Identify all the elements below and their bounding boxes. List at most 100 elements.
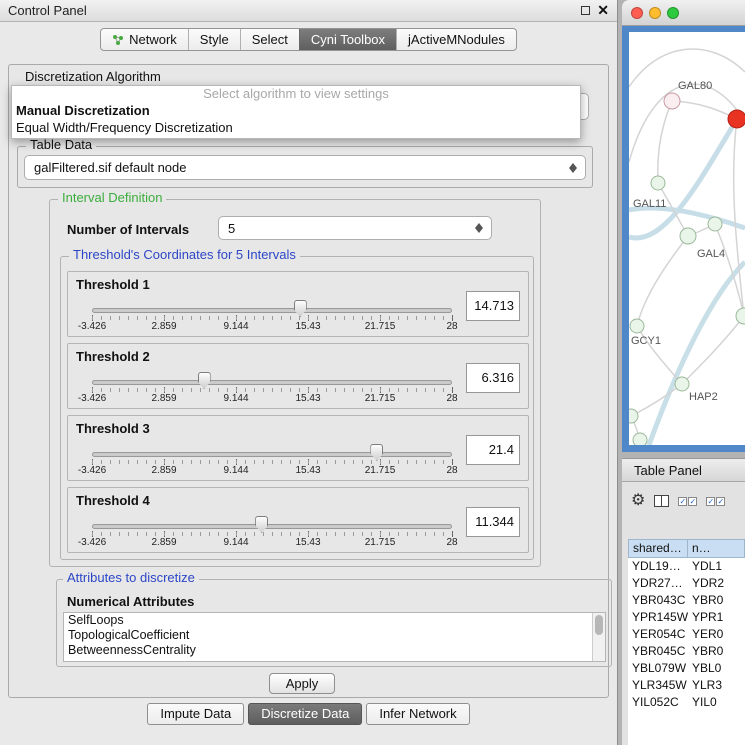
- close-traffic-light-icon[interactable]: [631, 7, 643, 19]
- cell[interactable]: YBR0: [688, 643, 745, 660]
- threshold-1-panel: Threshold 1 -3.426 2.859 9.144 15.43 21.…: [67, 271, 529, 337]
- threshold-3-value-field[interactable]: 21.4: [466, 435, 520, 465]
- scale-label: -3.426: [78, 465, 106, 476]
- cell[interactable]: YLR3: [688, 677, 745, 694]
- select-all-checks-icon[interactable]: ✓ ✓: [678, 497, 697, 506]
- check-icon: ✓: [706, 497, 715, 506]
- scrollbar-thumb[interactable]: [595, 615, 603, 635]
- threshold-4-value-field[interactable]: 11.344: [466, 507, 520, 537]
- popup-option-equal-width-frequency[interactable]: Equal Width/Frequency Discretization: [12, 119, 580, 136]
- network-node[interactable]: [708, 217, 722, 231]
- slider-track[interactable]: [92, 308, 452, 313]
- cell[interactable]: YIL052C: [628, 694, 688, 711]
- threshold-4-slider[interactable]: -3.426 2.859 9.144 15.43 21.715 28: [92, 516, 452, 550]
- slider-track[interactable]: [92, 452, 452, 457]
- network-node-gal4[interactable]: [680, 228, 696, 244]
- table-row[interactable]: YPR145WYPR1: [628, 609, 745, 626]
- network-node[interactable]: [651, 176, 665, 190]
- list-item[interactable]: TopologicalCoefficient: [64, 628, 605, 643]
- number-of-intervals-combobox[interactable]: 5: [218, 216, 492, 240]
- cell[interactable]: YBL0: [688, 660, 745, 677]
- gear-icon[interactable]: ⚙: [631, 493, 645, 509]
- cell[interactable]: YER054C: [628, 626, 688, 643]
- scale-label: 28: [446, 537, 457, 548]
- attributes-group: Attributes to discretize Numerical Attri…: [56, 579, 612, 667]
- column-header-shared-name[interactable]: shared…: [628, 539, 688, 558]
- popup-option-manual-discretization[interactable]: Manual Discretization: [12, 102, 580, 119]
- cell[interactable]: YPR1: [688, 609, 745, 626]
- apply-button[interactable]: Apply: [269, 673, 335, 694]
- slider-minor-ticks: [92, 316, 452, 320]
- scale-label: 21.715: [365, 465, 396, 476]
- network-nodes[interactable]: [629, 176, 745, 445]
- threshold-3-slider[interactable]: -3.426 2.859 9.144 15.43 21.715 28: [92, 444, 452, 478]
- threshold-2-value-field[interactable]: 6.316: [466, 363, 520, 393]
- table-row[interactable]: YBR045CYBR0: [628, 643, 745, 660]
- network-graph[interactable]: [629, 32, 745, 445]
- slider-track[interactable]: [92, 380, 452, 385]
- network-icon: [112, 34, 124, 46]
- threshold-2-panel: Threshold 2 -3.426 2.859 9.144 15.43 21.…: [67, 343, 529, 409]
- tab-impute-data[interactable]: Impute Data: [147, 703, 244, 725]
- table-row[interactable]: YDR27…YDR2: [628, 575, 745, 592]
- close-icon[interactable]: ✕: [597, 2, 609, 19]
- selected-red-node[interactable]: [728, 110, 745, 128]
- network-node-hap2[interactable]: [675, 377, 689, 391]
- tab-label: jActiveMNodules: [408, 32, 505, 47]
- threshold-1-slider[interactable]: -3.426 2.859 9.144 15.43 21.715 28: [92, 300, 452, 334]
- table-row[interactable]: YLR345WYLR3: [628, 677, 745, 694]
- network-node[interactable]: [629, 409, 638, 423]
- cell[interactable]: YLR345W: [628, 677, 688, 694]
- vertical-scrollbar[interactable]: [592, 613, 605, 661]
- tab-jactivemnodules[interactable]: jActiveMNodules: [396, 29, 516, 50]
- slider-track[interactable]: [92, 524, 452, 529]
- threshold-2-slider[interactable]: -3.426 2.859 9.144 15.43 21.715 28: [92, 372, 452, 406]
- table-row[interactable]: YBR043CYBR0: [628, 592, 745, 609]
- cell[interactable]: YBR0: [688, 592, 745, 609]
- numerical-attributes-list[interactable]: SelfLoops TopologicalCoefficient Between…: [63, 612, 606, 662]
- tab-discretize-data[interactable]: Discretize Data: [248, 703, 362, 725]
- zoom-traffic-light-icon[interactable]: [667, 7, 679, 19]
- table-row[interactable]: YDL19…YDL1: [628, 558, 745, 575]
- cell[interactable]: YBL079W: [628, 660, 688, 677]
- network-canvas[interactable]: GAL80 GAL11 GAL4 GCY1 HAP2: [629, 32, 745, 445]
- algorithm-dropdown-popup: Select algorithm to view settings Manual…: [11, 85, 581, 139]
- minimize-traffic-light-icon[interactable]: [649, 7, 661, 19]
- node-label-gal80: GAL80: [678, 80, 712, 92]
- tab-network[interactable]: Network: [101, 29, 188, 50]
- cell[interactable]: YBR043C: [628, 592, 688, 609]
- table-row[interactable]: YIL052CYIL0: [628, 694, 745, 711]
- column-header-name[interactable]: n…: [688, 539, 745, 558]
- window-title: Control Panel: [8, 0, 87, 22]
- tab-style[interactable]: Style: [188, 29, 240, 50]
- network-node[interactable]: [736, 308, 745, 324]
- tab-cyni-toolbox[interactable]: Cyni Toolbox: [299, 29, 396, 50]
- tab-infer-network[interactable]: Infer Network: [366, 703, 469, 725]
- columns-icon[interactable]: [654, 495, 669, 507]
- combo-arrows-icon: [475, 217, 484, 239]
- cell[interactable]: YIL0: [688, 694, 745, 711]
- network-node-gal80[interactable]: [664, 93, 680, 109]
- scale-label: 15.43: [295, 465, 320, 476]
- table-data-combobox[interactable]: galFiltered.sif default node: [24, 155, 586, 180]
- cell[interactable]: YDR27…: [628, 575, 688, 592]
- cell[interactable]: YER0: [688, 626, 745, 643]
- cell[interactable]: YDR2: [688, 575, 745, 592]
- scale-label: 21.715: [365, 321, 396, 332]
- cell[interactable]: YPR145W: [628, 609, 688, 626]
- cell[interactable]: YBR045C: [628, 643, 688, 660]
- table-row[interactable]: YBL079WYBL0: [628, 660, 745, 677]
- cell[interactable]: YDL19…: [628, 558, 688, 575]
- list-item[interactable]: BetweennessCentrality: [64, 643, 605, 658]
- float-window-icon[interactable]: [581, 6, 590, 15]
- network-node-gcy1[interactable]: [630, 319, 644, 333]
- table-row[interactable]: YER054CYER0: [628, 626, 745, 643]
- cell[interactable]: YDL1: [688, 558, 745, 575]
- top-tab-bar: Network Style Select Cyni Toolbox jActiv…: [0, 28, 617, 51]
- tab-select[interactable]: Select: [240, 29, 299, 50]
- combo-arrows-icon: [569, 156, 578, 179]
- list-item[interactable]: SelfLoops: [64, 613, 605, 628]
- select-columns-checks-icon[interactable]: ✓ ✓: [706, 497, 725, 506]
- network-node[interactable]: [633, 433, 647, 445]
- threshold-1-value-field[interactable]: 14.713: [466, 291, 520, 321]
